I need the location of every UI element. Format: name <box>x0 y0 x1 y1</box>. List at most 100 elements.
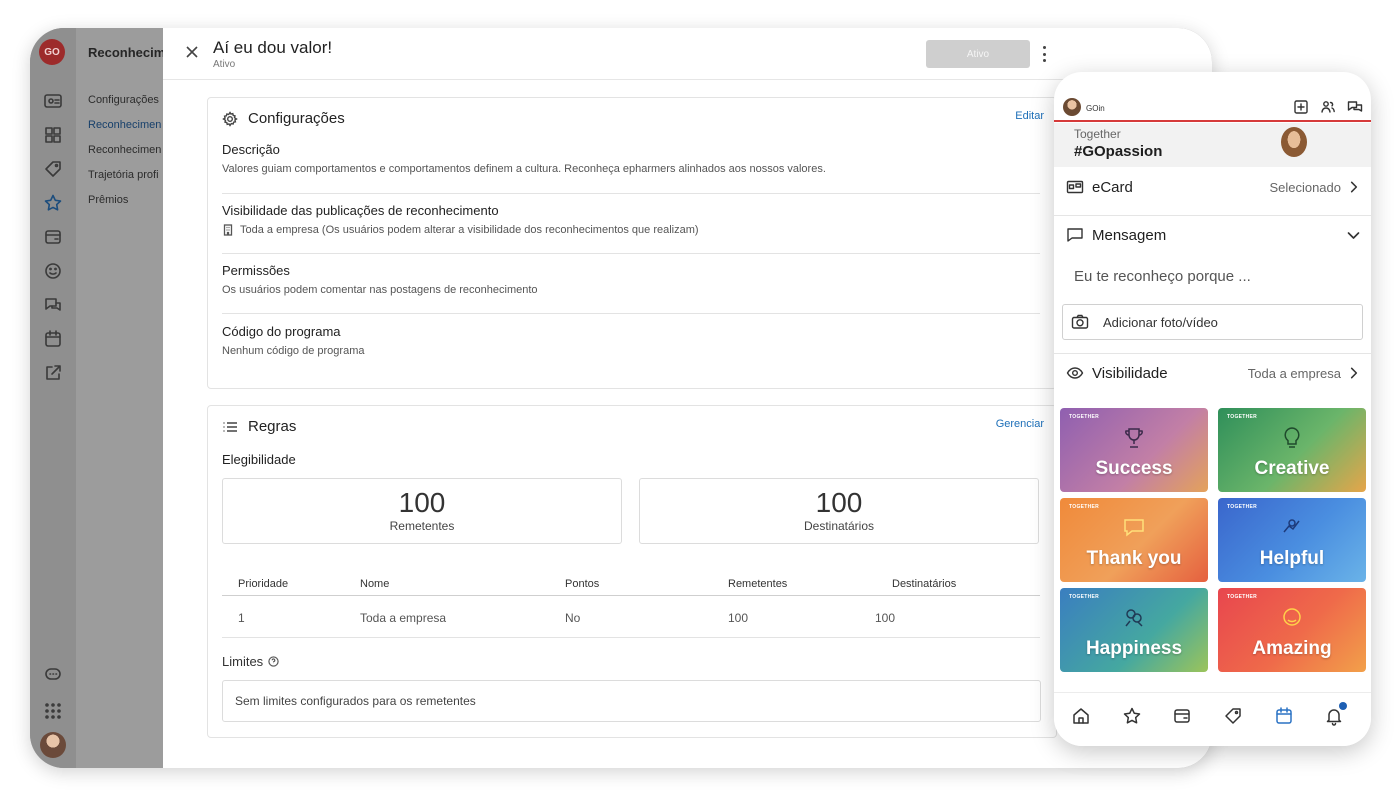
senders-stat: 100 Remetentes <box>222 478 622 544</box>
tile-name: Amazing <box>1252 638 1332 659</box>
limits-section: Limites <box>222 654 279 669</box>
grid-icon[interactable] <box>42 124 64 146</box>
ecard-label: eCard <box>1092 178 1133 196</box>
permissions-value: Os usuários podem comentar nas postagens… <box>222 284 538 296</box>
ecard-row[interactable]: eCard Selecionado <box>1066 178 1361 196</box>
senders-count: 100 <box>398 487 446 518</box>
celebration-icon <box>1120 604 1148 632</box>
table-cell: 1 <box>238 611 245 625</box>
gear-icon <box>222 110 238 127</box>
recipients-label: Destinatários <box>803 519 875 533</box>
more-options-icon[interactable] <box>1039 43 1049 65</box>
tile-tag: TOGETHER <box>1227 594 1258 600</box>
chat-icon[interactable] <box>42 294 64 316</box>
section-title: Reconhecim <box>88 45 164 60</box>
people-icon[interactable] <box>1320 99 1336 115</box>
tile-tag: TOGETHER <box>1069 504 1100 510</box>
visibility-label: Visibilidade das publicações de reconhec… <box>222 203 499 218</box>
home-icon[interactable] <box>1070 705 1092 727</box>
ecard-icon <box>1066 180 1084 194</box>
ecard-tile-success[interactable]: TOGETHER Success <box>1060 408 1208 492</box>
chat-icon[interactable] <box>1347 99 1363 115</box>
recipients-count: 100 <box>815 487 863 518</box>
configuration-title: Configurações <box>248 110 345 127</box>
close-icon[interactable] <box>183 43 201 61</box>
subnav-item-reconhecimentos[interactable]: Reconhecimen <box>88 119 161 131</box>
mobile-banner: Together #GOpassion <box>1054 123 1371 167</box>
bell-icon[interactable] <box>1323 702 1347 727</box>
calendar-icon[interactable] <box>1273 705 1295 727</box>
column-header: Remetentes <box>728 578 788 590</box>
tile-name: Success <box>1095 458 1173 479</box>
subnav-item-premios[interactable]: Prêmios <box>88 194 128 206</box>
star-icon[interactable] <box>42 192 64 214</box>
ecard-tile-thank-you[interactable]: TOGETHER Thank you <box>1060 498 1208 582</box>
table-row[interactable]: 1 Toda a empresa No 100 100 <box>222 596 1040 638</box>
message-icon <box>1067 228 1083 242</box>
subnav-item-trajetoria[interactable]: Trajetória profi <box>88 169 159 181</box>
tile-tag: TOGETHER <box>1069 414 1100 420</box>
column-header: Nome <box>360 578 390 590</box>
user-avatar[interactable] <box>40 732 66 758</box>
manage-link[interactable]: Gerenciar <box>996 418 1044 430</box>
visibility-value: Toda a empresa <box>1247 365 1341 381</box>
message-input[interactable]: Eu te reconheço porque ... <box>1074 268 1251 285</box>
icon-rail: GO <box>30 28 76 768</box>
subnav-item-configuracoes[interactable]: Configurações <box>88 94 159 106</box>
visibility-section: Visibilidade das publicações de reconhec… <box>222 203 1040 254</box>
ecard-tile-creative[interactable]: TOGETHER Creative <box>1218 408 1366 492</box>
banner-subtitle: Together <box>1074 127 1121 141</box>
message-row[interactable]: Mensagem <box>1066 226 1361 244</box>
ecard-tile-helpful[interactable]: TOGETHER Helpful <box>1218 498 1366 582</box>
tile-tag: TOGETHER <box>1069 594 1100 600</box>
calendar-icon[interactable] <box>42 328 64 350</box>
senders-label: Remetentes <box>389 519 455 533</box>
add-square-icon[interactable] <box>1293 99 1309 115</box>
tag-icon[interactable] <box>42 158 64 180</box>
id-card-icon[interactable] <box>42 90 64 112</box>
apps-grid-icon[interactable] <box>42 700 64 722</box>
ecard-value: Selecionado <box>1269 179 1341 195</box>
ecard-tile-amazing[interactable]: TOGETHER Amazing <box>1218 588 1366 672</box>
help-icon[interactable] <box>268 656 279 667</box>
tile-tag: TOGETHER <box>1227 504 1258 510</box>
app-logo[interactable]: GO <box>39 39 65 65</box>
subnav-item-reconhecimentos-2[interactable]: Reconhecimen <box>88 144 161 156</box>
mobile-bottom-nav <box>1054 692 1371 746</box>
external-link-icon[interactable] <box>42 362 64 384</box>
limits-value: Sem limites configurados para os remeten… <box>222 680 1041 722</box>
chat-bubble-icon[interactable] <box>42 664 64 686</box>
tile-name: Helpful <box>1259 548 1325 569</box>
star-icon[interactable] <box>1121 705 1143 727</box>
edit-link[interactable]: Editar <box>1015 110 1044 122</box>
tile-name: Happiness <box>1085 638 1183 659</box>
building-icon <box>223 224 233 236</box>
rules-title: Regras <box>248 418 297 435</box>
program-code-label: Código do programa <box>222 324 341 339</box>
wallet-icon[interactable] <box>1171 705 1193 727</box>
configuration-card: Configurações Editar Descrição Valores g… <box>207 97 1057 389</box>
column-header: Pontos <box>565 578 600 590</box>
eye-icon <box>1066 367 1084 379</box>
rules-table: Prioridade Nome Pontos Remetentes Destin… <box>222 572 1040 638</box>
status-toggle-button[interactable]: Ativo <box>926 40 1030 68</box>
tile-name: Thank you <box>1086 548 1182 569</box>
helping-hand-icon <box>1278 514 1306 542</box>
program-code-section: Código do programa Nenhum código de prog… <box>222 324 1040 368</box>
rules-card: Regras Gerenciar Elegibilidade 100 Remet… <box>207 405 1057 738</box>
eligibility-label: Elegibilidade <box>222 452 296 467</box>
star-eyes-icon <box>1278 604 1306 632</box>
chevron-right-icon <box>1350 181 1358 193</box>
ecard-tile-happiness[interactable]: TOGETHER Happiness <box>1060 588 1208 672</box>
smiley-icon[interactable] <box>42 260 64 282</box>
tag-icon[interactable] <box>1222 705 1244 727</box>
description-value: Valores guiam comportamentos e comportam… <box>222 163 826 175</box>
divider <box>1054 215 1371 216</box>
tile-tag: TOGETHER <box>1227 414 1258 420</box>
banner-avatar <box>1281 127 1307 157</box>
mobile-avatar[interactable] <box>1063 98 1081 116</box>
add-photo-button[interactable]: Adicionar foto/vídeo <box>1062 304 1363 340</box>
visibility-row[interactable]: Visibilidade Toda a empresa <box>1066 364 1361 382</box>
wallet-icon[interactable] <box>42 226 64 248</box>
camera-icon <box>1071 314 1089 329</box>
